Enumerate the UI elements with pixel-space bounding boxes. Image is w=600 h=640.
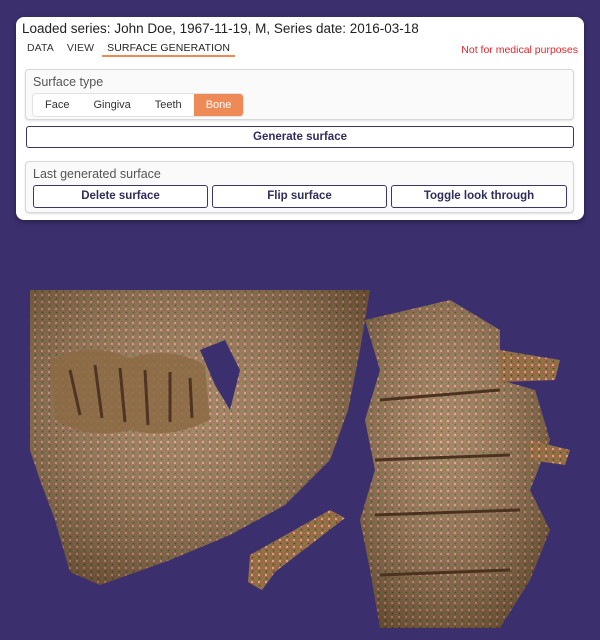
last-surface-title: Last generated surface bbox=[33, 167, 161, 181]
tab-surface-generation[interactable]: SURFACE GENERATION bbox=[102, 41, 236, 57]
delete-surface-button[interactable]: Delete surface bbox=[33, 185, 208, 208]
last-surface-card: Last generated surface Delete surface Fl… bbox=[25, 161, 574, 213]
surface-type-face[interactable]: Face bbox=[33, 94, 81, 116]
series-label: Loaded series: bbox=[22, 21, 111, 36]
surface-type-gingiva[interactable]: Gingiva bbox=[81, 94, 142, 116]
flip-surface-button[interactable]: Flip surface bbox=[212, 185, 387, 208]
tab-data[interactable]: DATA bbox=[22, 41, 59, 57]
generate-surface-button[interactable]: Generate surface bbox=[26, 126, 574, 148]
surface-type-bone[interactable]: Bone bbox=[193, 94, 244, 116]
tab-bar: DATA VIEW SURFACE GENERATION bbox=[22, 41, 238, 59]
3d-viewport[interactable] bbox=[30, 290, 570, 628]
bone-surface-render bbox=[30, 290, 570, 628]
surface-generation-panel: Loaded series: John Doe, 1967-11-19, M, … bbox=[16, 17, 584, 220]
surface-type-teeth[interactable]: Teeth bbox=[143, 94, 194, 116]
toggle-look-through-button[interactable]: Toggle look through bbox=[391, 185, 567, 208]
medical-disclaimer: Not for medical purposes bbox=[461, 44, 578, 56]
series-value: John Doe, 1967-11-19, M, Series date: 20… bbox=[114, 21, 419, 36]
loaded-series-info: Loaded series: John Doe, 1967-11-19, M, … bbox=[22, 21, 419, 36]
tab-view[interactable]: VIEW bbox=[62, 41, 99, 57]
surface-type-title: Surface type bbox=[33, 75, 104, 89]
surface-type-selector: Face Gingiva Teeth Bone bbox=[33, 94, 244, 116]
surface-type-card: Surface type Face Gingiva Teeth Bone bbox=[25, 69, 574, 120]
